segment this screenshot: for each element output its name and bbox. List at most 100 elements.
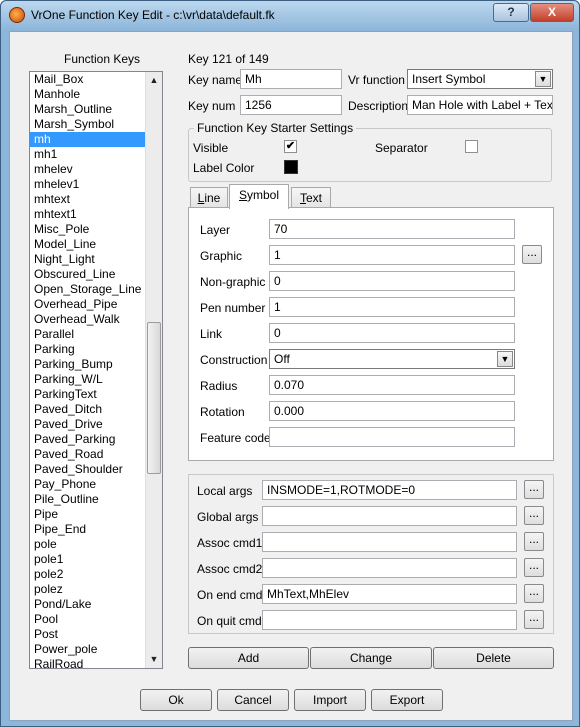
list-item[interactable]: Night_Light <box>30 252 146 267</box>
list-item[interactable]: Obscured_Line <box>30 267 146 282</box>
assoc-cmd2-field[interactable] <box>262 558 517 578</box>
list-item[interactable]: mhelev1 <box>30 177 146 192</box>
list-item[interactable]: mhelev <box>30 162 146 177</box>
list-item[interactable]: Parking_W/L <box>30 372 146 387</box>
list-item[interactable]: Pool <box>30 612 146 627</box>
link-field[interactable]: 0 <box>269 323 515 343</box>
chevron-down-icon[interactable]: ▼ <box>497 351 513 367</box>
list-item[interactable]: pole <box>30 537 146 552</box>
list-item[interactable]: mh1 <box>30 147 146 162</box>
list-item[interactable]: Pipe <box>30 507 146 522</box>
graphic-field[interactable]: 1 <box>269 245 515 265</box>
scroll-up-arrow-icon[interactable]: ▲ <box>146 72 162 89</box>
list-item[interactable]: Parallel <box>30 327 146 342</box>
rotation-label: Rotation <box>200 405 245 419</box>
assoc-cmd1-browse-button[interactable]: ... <box>524 532 544 551</box>
list-item[interactable]: Paved_Ditch <box>30 402 146 417</box>
list-item[interactable]: Overhead_Walk <box>30 312 146 327</box>
layer-field[interactable]: 70 <box>269 219 515 239</box>
rotation-field[interactable]: 0.000 <box>269 401 515 421</box>
list-item[interactable]: Pond/Lake <box>30 597 146 612</box>
tab-text[interactable]: Text <box>291 187 331 208</box>
title-bar[interactable]: VrOne Function Key Edit - c:\vr\data\def… <box>1 1 579 29</box>
radius-field[interactable]: 0.070 <box>269 375 515 395</box>
key-num-field[interactable]: 1256 <box>240 95 342 115</box>
assoc-cmd2-label: Assoc cmd2 <box>197 562 263 576</box>
on-end-cmd-browse-button[interactable]: ... <box>524 584 544 603</box>
construction-dropdown[interactable]: Off ▼ <box>269 349 515 369</box>
graphic-browse-button[interactable]: ... <box>522 245 542 264</box>
pen-number-field[interactable]: 1 <box>269 297 515 317</box>
visible-checkbox[interactable]: ✔ <box>284 140 297 153</box>
key-name-field[interactable]: Mh <box>240 69 342 89</box>
close-icon: X <box>547 5 556 19</box>
nongraphic-field[interactable]: 0 <box>269 271 515 291</box>
local-args-field[interactable]: INSMODE=1,ROTMODE=0 <box>262 480 517 500</box>
label-color-label: Label Color <box>193 161 255 175</box>
assoc-cmd1-field[interactable] <box>262 532 517 552</box>
vr-function-dropdown[interactable]: Insert Symbol ▼ <box>407 69 553 89</box>
assoc-cmd2-browse-button[interactable]: ... <box>524 558 544 577</box>
description-field[interactable]: Man Hole with Label + Text <box>407 95 553 115</box>
global-args-browse-button[interactable]: ... <box>524 506 544 525</box>
list-item[interactable]: Pay_Phone <box>30 477 146 492</box>
feature-code-field[interactable] <box>269 427 515 447</box>
list-item[interactable]: pole2 <box>30 567 146 582</box>
list-item[interactable]: mhtext <box>30 192 146 207</box>
list-item[interactable]: Paved_Road <box>30 447 146 462</box>
list-item[interactable]: ParkingText <box>30 387 146 402</box>
list-item[interactable]: Mail_Box <box>30 72 146 87</box>
vr-function-label: Vr function <box>348 73 405 87</box>
help-button[interactable]: ? <box>493 3 529 22</box>
vrone-app-icon[interactable] <box>9 7 25 23</box>
cancel-button[interactable]: Cancel <box>217 689 289 711</box>
list-item[interactable]: Overhead_Pipe <box>30 297 146 312</box>
list-item[interactable]: Manhole <box>30 87 146 102</box>
change-button[interactable]: Change <box>310 647 432 669</box>
list-item[interactable]: mh <box>30 132 146 147</box>
import-button[interactable]: Import <box>294 689 366 711</box>
separator-label: Separator <box>375 141 428 155</box>
scrollbar-thumb[interactable] <box>147 322 161 474</box>
list-item[interactable]: Paved_Drive <box>30 417 146 432</box>
list-scrollbar[interactable]: ▲ ▼ <box>145 72 162 668</box>
list-item[interactable]: Parking <box>30 342 146 357</box>
on-quit-cmd-field[interactable] <box>262 610 517 630</box>
local-args-browse-button[interactable]: ... <box>524 480 544 499</box>
tab-symbol[interactable]: Symbol <box>229 184 289 209</box>
chevron-down-icon[interactable]: ▼ <box>535 71 551 87</box>
list-item[interactable]: Pipe_End <box>30 522 146 537</box>
list-item[interactable]: Misc_Pole <box>30 222 146 237</box>
ok-button[interactable]: Ok <box>140 689 212 711</box>
list-item[interactable]: Paved_Parking <box>30 432 146 447</box>
scroll-down-arrow-icon[interactable]: ▼ <box>146 651 162 668</box>
on-quit-cmd-browse-button[interactable]: ... <box>524 610 544 629</box>
tab-line[interactable]: Line <box>190 187 228 208</box>
list-item[interactable]: Paved_Shoulder <box>30 462 146 477</box>
key-name-label: Key name <box>188 73 243 87</box>
on-end-cmd-field[interactable]: MhText,MhElev <box>262 584 517 604</box>
delete-button[interactable]: Delete <box>433 647 554 669</box>
export-button[interactable]: Export <box>371 689 443 711</box>
pen-number-label: Pen number <box>200 301 266 315</box>
list-item[interactable]: Open_Storage_Line <box>30 282 146 297</box>
help-icon: ? <box>507 5 515 19</box>
list-item[interactable]: Parking_Bump <box>30 357 146 372</box>
list-item[interactable]: Pile_Outline <box>30 492 146 507</box>
list-item[interactable]: Power_pole <box>30 642 146 657</box>
close-button[interactable]: X <box>530 3 574 22</box>
list-item[interactable]: pole1 <box>30 552 146 567</box>
global-args-field[interactable] <box>262 506 517 526</box>
list-item[interactable]: mhtext1 <box>30 207 146 222</box>
list-item[interactable]: Model_Line <box>30 237 146 252</box>
list-item[interactable]: Post <box>30 627 146 642</box>
list-item[interactable]: polez <box>30 582 146 597</box>
separator-checkbox[interactable] <box>465 140 478 153</box>
list-item[interactable]: Marsh_Outline <box>30 102 146 117</box>
add-button[interactable]: Add <box>188 647 309 669</box>
list-item[interactable]: Marsh_Symbol <box>30 117 146 132</box>
list-item[interactable]: RailRoad <box>30 657 146 668</box>
label-color-swatch[interactable] <box>284 160 298 174</box>
function-key-listbox[interactable]: Mail_Box Manhole Marsh_Outline Marsh_Symbol… <box>29 71 163 669</box>
assoc-cmd1-label: Assoc cmd1 <box>197 536 263 550</box>
